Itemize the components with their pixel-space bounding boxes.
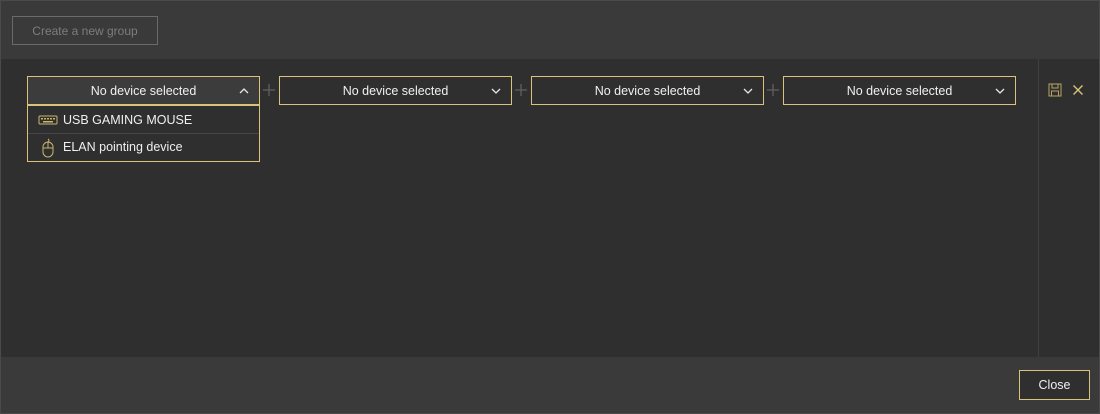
group-editor: No device selected No device selected No… [1,59,1038,357]
top-toolbar: Create a new group [1,1,1099,59]
close-button[interactable]: Close [1019,370,1090,400]
device-select-1[interactable]: No device selected [27,76,260,105]
dialog-footer: Close [1,357,1099,413]
chevron-down-icon [995,88,1005,94]
close-icon[interactable] [1070,82,1086,98]
mouse-icon [42,138,54,158]
device-select-label: No device selected [846,83,953,98]
device-select-4[interactable]: No device selected [783,76,1016,105]
dropdown-option-usb-gaming-mouse[interactable]: USB GAMING MOUSE [28,106,259,133]
keyboard-icon [38,115,58,125]
device-select-2[interactable]: No device selected [279,76,512,105]
device-dropdown-list: USB GAMING MOUSE ELAN pointing device [27,105,260,162]
plus-icon [263,84,275,96]
device-select-label: No device selected [342,83,449,98]
group-actions-panel [1038,59,1099,357]
chevron-up-icon [239,88,249,94]
plus-icon [515,84,527,96]
create-group-button[interactable]: Create a new group [12,16,158,45]
save-icon[interactable] [1047,82,1063,98]
dropdown-option-label: USB GAMING MOUSE [63,112,193,127]
device-select-label: No device selected [594,83,701,98]
plus-icon [767,84,779,96]
device-group-dialog: Create a new group No device selected No… [0,0,1100,414]
chevron-down-icon [491,88,501,94]
device-select-label: No device selected [90,83,197,98]
chevron-down-icon [743,88,753,94]
dropdown-option-label: ELAN pointing device [63,140,183,154]
device-select-3[interactable]: No device selected [531,76,764,105]
dropdown-option-elan-pointing-device[interactable]: ELAN pointing device [28,133,259,160]
